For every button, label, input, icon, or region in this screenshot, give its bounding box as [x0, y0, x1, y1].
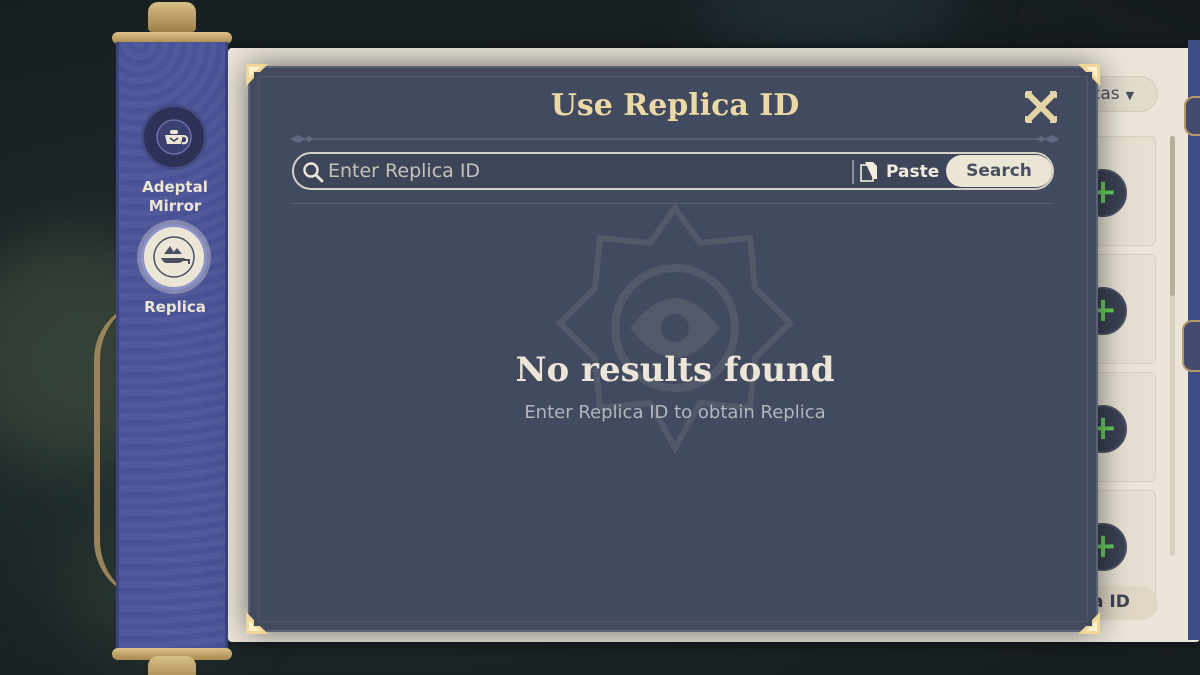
- sidebar-item-label: Adeptal Mirror: [119, 178, 231, 216]
- replica-boat-icon: [153, 236, 195, 278]
- search-icon: [303, 162, 324, 183]
- corner-ornament-icon: [246, 64, 268, 86]
- paste-button[interactable]: Paste: [860, 157, 944, 187]
- scroll-finial-top: [148, 2, 196, 32]
- use-replica-id-dialog: Use Replica ID Paste Search: [246, 64, 1100, 634]
- search-separator: [852, 160, 854, 184]
- title-divider: [290, 135, 1060, 143]
- scroll-finial-bottom: [148, 656, 196, 675]
- search-button[interactable]: Search: [946, 155, 1052, 187]
- sidebar: Adeptal Mirror Replica: [116, 42, 228, 654]
- sidebar-label-line: Mirror: [148, 197, 202, 215]
- replica-id-input[interactable]: [328, 158, 848, 184]
- empty-state-subtitle: Enter Replica ID to obtain Replica: [524, 402, 826, 423]
- close-icon: [1024, 90, 1058, 124]
- close-button[interactable]: [1024, 90, 1058, 124]
- dialog-title: Use Replica ID: [550, 88, 800, 123]
- empty-state-title: No results found: [515, 350, 835, 390]
- corner-ornament-icon: [246, 612, 268, 634]
- teapot-icon: [156, 119, 192, 155]
- clipboard-icon: [860, 162, 877, 182]
- replica-id-search-bar: Paste Search: [292, 152, 1054, 190]
- scrollbar-thumb[interactable]: [1170, 136, 1175, 296]
- sidebar-item-label: Replica: [144, 298, 206, 316]
- caret-down-icon: ▼: [1125, 89, 1135, 102]
- paste-label: Paste: [886, 162, 940, 182]
- corner-ornament-icon: [1078, 64, 1100, 86]
- corner-ornament-icon: [1078, 612, 1100, 634]
- sidebar-item-replica[interactable]: [141, 224, 207, 290]
- sidebar-item-adeptal-mirror[interactable]: [141, 104, 207, 170]
- edge-ornament: [1182, 320, 1200, 372]
- emblem-watermark-icon: [555, 202, 795, 455]
- sidebar-label-line: Adeptal: [142, 178, 208, 196]
- edge-ornament: [1184, 96, 1200, 136]
